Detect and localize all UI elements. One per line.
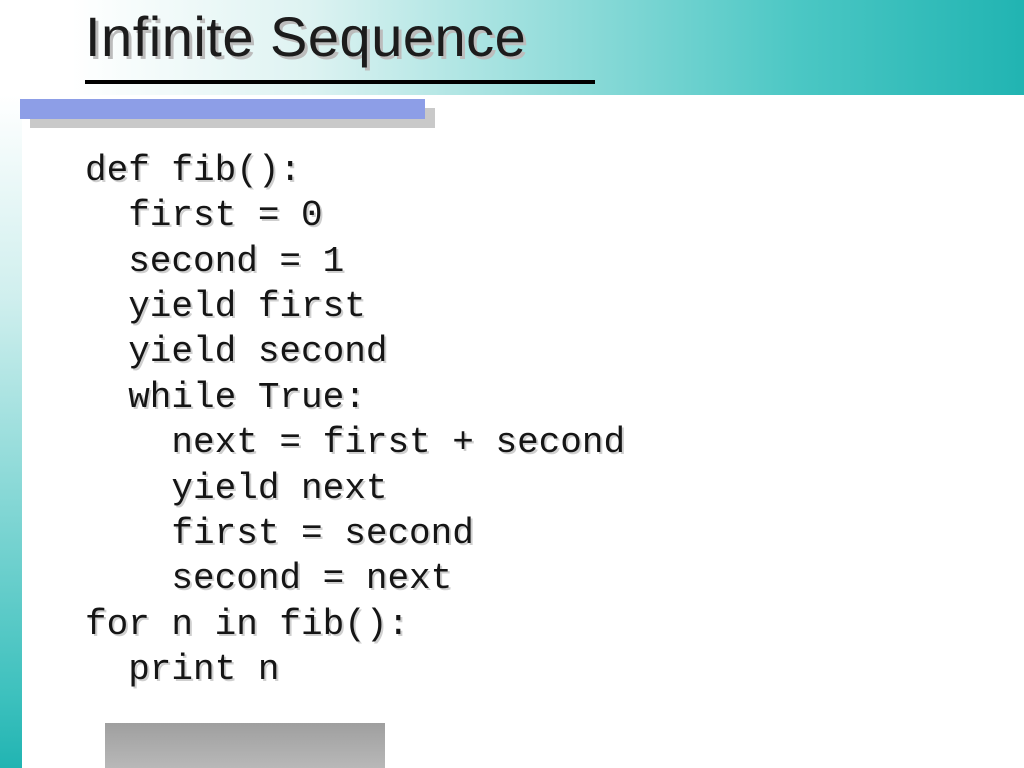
slide-title: Infinite Sequence <box>85 0 526 68</box>
left-gradient <box>0 95 22 768</box>
title-underline <box>85 80 595 84</box>
code-block: def fib(): first = 0 second = 1 yield fi… <box>85 148 625 692</box>
footer-block <box>105 723 385 768</box>
accent-bar <box>20 99 425 119</box>
